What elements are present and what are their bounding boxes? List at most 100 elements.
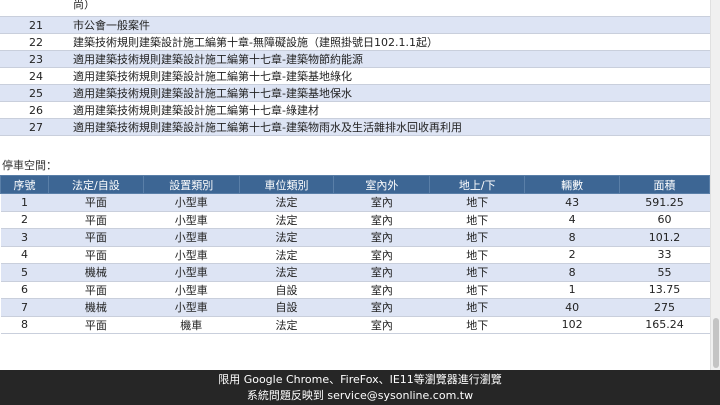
parking-cell: 4 (524, 211, 620, 229)
parking-cell: 7 (0, 298, 49, 317)
parking-cell: 室內 (333, 298, 430, 317)
scrollbar-thumb[interactable] (713, 318, 719, 368)
row-number: 27 (0, 118, 72, 136)
row-number: 21 (0, 16, 72, 34)
parking-cell: 2 (0, 211, 49, 229)
parking-section-label: 停車空間： (2, 159, 57, 172)
parking-cell: 機械 (48, 298, 144, 317)
parking-row: 3 平面 小型車 法定 室內 地下 8 101.2 (0, 228, 710, 247)
row-text: 適用建築技術規則建築設計施工編第十七章-建築物節約能源 (72, 50, 710, 68)
parking-cell: 5 (0, 263, 49, 282)
parking-cell: 法定 (239, 193, 334, 212)
column-header: 輛數 (524, 175, 621, 194)
browser-notice: 限用 Google Chrome、FireFox、IE11等瀏覽器進行瀏覽 (218, 373, 502, 386)
parking-cell: 法定 (239, 316, 334, 334)
parking-cell: 小型車 (143, 298, 240, 317)
parking-cell: 8 (0, 316, 49, 334)
parking-cell: 平面 (48, 246, 144, 264)
parking-cell: 地下 (429, 298, 525, 317)
parking-cell: 地下 (429, 211, 525, 229)
row-number: 25 (0, 84, 72, 102)
parking-cell: 室內 (333, 281, 430, 299)
row-number: 26 (0, 101, 72, 119)
parking-cell: 小型車 (143, 228, 240, 247)
row-text: 尚） (72, 0, 710, 17)
parking-cell: 法定 (239, 211, 334, 229)
row-number: 24 (0, 67, 72, 85)
column-header: 面積 (619, 175, 710, 194)
parking-cell: 自設 (239, 298, 334, 317)
parking-cell: 法定 (239, 246, 334, 264)
parking-cell: 33 (619, 246, 710, 264)
parking-cell: 平面 (48, 281, 144, 299)
column-header: 法定/自設 (47, 175, 144, 194)
parking-cell: 機械 (48, 263, 144, 282)
table-row: 25 適用建築技術規則建築設計施工編第十七章-建築基地保水 (0, 84, 710, 102)
parking-cell: 平面 (48, 228, 144, 247)
parking-cell: 平面 (48, 211, 144, 229)
row-text: 適用建築技術規則建築設計施工編第十七章-建築物雨水及生活雜排水回收再利用 (72, 118, 710, 136)
row-text: 市公會一般案件 (72, 16, 710, 34)
parking-cell: 機車 (143, 316, 240, 334)
parking-row: 8 平面 機車 法定 室內 地下 102 165.24 (0, 316, 710, 334)
parking-row: 4 平面 小型車 法定 室內 地下 2 33 (0, 246, 710, 264)
parking-cell: 小型車 (143, 211, 240, 229)
parking-cell: 小型車 (143, 193, 240, 212)
vertical-scrollbar[interactable] (710, 0, 720, 370)
table-row: 22 建築技術規則建築設計施工編第十章-無障礙設施（建照掛號日102.1.1起） (0, 33, 710, 51)
parking-row: 1 平面 小型車 法定 室內 地下 43 591.25 (0, 193, 710, 212)
parking-cell: 6 (0, 281, 49, 299)
row-text: 適用建築技術規則建築設計施工編第十七章-建築基地綠化 (72, 67, 710, 85)
table-row: 23 適用建築技術規則建築設計施工編第十七章-建築物節約能源 (0, 50, 710, 68)
parking-cell: 地下 (429, 228, 525, 247)
parking-cell: 平面 (48, 316, 144, 334)
parking-cell: 室內 (333, 316, 430, 334)
parking-cell: 1 (0, 193, 49, 212)
column-header: 設置類別 (142, 175, 240, 194)
page-content: 尚） 21 市公會一般案件 22 建築技術規則建築設計施工編第十章-無障礙設施（… (0, 0, 710, 370)
parking-cell: 101.2 (619, 228, 710, 247)
parking-cell: 60 (619, 211, 710, 229)
parking-cell: 法定 (239, 228, 334, 247)
table-row: 24 適用建築技術規則建築設計施工編第十七章-建築基地綠化 (0, 67, 710, 85)
parking-cell: 8 (524, 228, 620, 247)
parking-cell: 165.24 (619, 316, 710, 334)
parking-cell: 地下 (429, 281, 525, 299)
table-row: 27 適用建築技術規則建築設計施工編第十七章-建築物雨水及生活雜排水回收再利用 (0, 118, 710, 136)
parking-row: 6 平面 小型車 自設 室內 地下 1 13.75 (0, 281, 710, 299)
parking-cell: 小型車 (143, 263, 240, 282)
parking-cell: 室內 (333, 211, 430, 229)
parking-cell: 法定 (239, 263, 334, 282)
parking-cell: 小型車 (143, 281, 240, 299)
parking-cell: 室內 (333, 193, 430, 212)
parking-row: 5 機械 小型車 法定 室內 地下 8 55 (0, 263, 710, 282)
column-header: 車位類別 (238, 175, 335, 194)
parking-cell: 2 (524, 246, 620, 264)
parking-cell: 地下 (429, 263, 525, 282)
parking-cell: 室內 (333, 263, 430, 282)
parking-cell: 13.75 (619, 281, 710, 299)
parking-cell: 8 (524, 263, 620, 282)
parking-cell: 275 (619, 298, 710, 317)
parking-cell: 自設 (239, 281, 334, 299)
parking-cell: 4 (0, 246, 49, 264)
parking-cell: 591.25 (619, 193, 710, 212)
parking-cell: 3 (0, 228, 49, 247)
section-gap (0, 140, 710, 156)
parking-cell: 室內 (333, 246, 430, 264)
parking-cell: 43 (524, 193, 620, 212)
site-footer: 限用 Google Chrome、FireFox、IE11等瀏覽器進行瀏覽 系統… (0, 370, 720, 405)
table-row: 尚） (0, 0, 710, 17)
parking-cell: 室內 (333, 228, 430, 247)
row-text: 適用建築技術規則建築設計施工編第十七章-建築基地保水 (72, 84, 710, 102)
column-header: 室內外 (333, 175, 431, 194)
parking-header-row: 序號 法定/自設 設置類別 車位類別 室內外 地上/下 輛數 面積 (0, 175, 710, 194)
row-text: 適用建築技術規則建築設計施工編第十七章-綠建材 (72, 101, 710, 119)
regulations-table: 尚） 21 市公會一般案件 22 建築技術規則建築設計施工編第十章-無障礙設施（… (0, 0, 710, 136)
table-row: 21 市公會一般案件 (0, 16, 710, 34)
parking-cell: 地下 (429, 246, 525, 264)
parking-cell: 地下 (429, 193, 525, 212)
row-text: 建築技術規則建築設計施工編第十章-無障礙設施（建照掛號日102.1.1起） (72, 33, 710, 51)
parking-cell: 1 (524, 281, 620, 299)
parking-row: 2 平面 小型車 法定 室內 地下 4 60 (0, 211, 710, 229)
